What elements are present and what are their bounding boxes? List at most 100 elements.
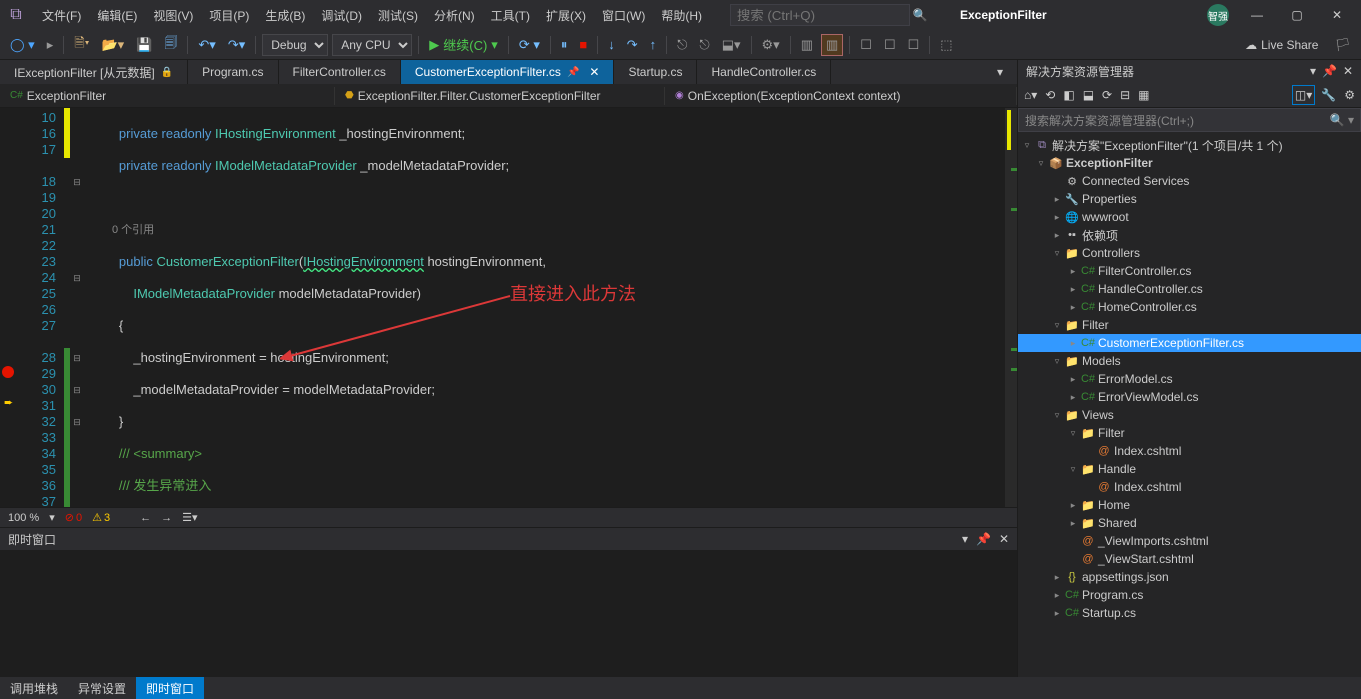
config-select[interactable]: Debug: [262, 34, 328, 56]
crumb-method[interactable]: ◉OnException(ExceptionContext context): [665, 87, 1017, 105]
pin-icon[interactable]: 📌: [567, 67, 579, 78]
solution-root[interactable]: ▿⧉ 解决方案"ExceptionFilter"(1 个项目/共 1 个): [1018, 136, 1361, 154]
nav-tool-icon[interactable]: ☰▾: [182, 511, 197, 524]
open-icon[interactable]: 📂▾: [97, 35, 128, 55]
tree-node[interactable]: ▿📁Views: [1018, 406, 1361, 424]
tree-node[interactable]: ▸{}appsettings.json: [1018, 568, 1361, 586]
search-icon[interactable]: 🔍: [910, 8, 930, 22]
save-all-icon[interactable]: 🗐: [160, 32, 181, 58]
minimap[interactable]: [1005, 108, 1017, 507]
tool-j-icon[interactable]: ⬚: [936, 35, 956, 55]
tree-node[interactable]: ▸C#ErrorModel.cs: [1018, 370, 1361, 388]
solution-search-input[interactable]: 搜索解决方案资源管理器(Ctrl+;) 🔍 ▾: [1018, 108, 1361, 132]
tree-node[interactable]: ▿📁Filter: [1018, 316, 1361, 334]
sync-icon[interactable]: ⟲: [1043, 86, 1057, 104]
home-icon[interactable]: ⌂▾: [1022, 86, 1039, 104]
tool-b-icon[interactable]: ⎋: [695, 35, 713, 55]
menu-edit[interactable]: 编辑(E): [89, 3, 145, 28]
crumb-project[interactable]: C#ExceptionFilter: [0, 87, 335, 105]
step-over-icon[interactable]: ↷: [623, 35, 642, 55]
close-icon[interactable]: ✕: [589, 65, 599, 79]
live-share-button[interactable]: ☁ Live Share: [1245, 38, 1318, 52]
tree-node[interactable]: ▿📦ExceptionFilter: [1018, 154, 1361, 172]
tab-customerexceptionfilter[interactable]: CustomerExceptionFilter.cs📌✕: [401, 60, 615, 84]
tree-node[interactable]: ⚙Connected Services: [1018, 172, 1361, 190]
nav-back-icon[interactable]: ◯ ▾: [6, 35, 39, 55]
tab-startup[interactable]: Startup.cs: [614, 60, 697, 84]
collapse-icon[interactable]: ⊟: [1118, 86, 1132, 104]
step-into-icon[interactable]: ↓: [604, 35, 619, 54]
tree-node[interactable]: ▸🌐wwwroot: [1018, 208, 1361, 226]
menu-file[interactable]: 文件(F): [34, 3, 89, 28]
error-count[interactable]: ⊘ 0: [65, 511, 82, 524]
tree-node[interactable]: @_ViewImports.cshtml: [1018, 532, 1361, 550]
panel-close-icon[interactable]: ✕: [999, 532, 1009, 546]
minimize-button[interactable]: —: [1237, 0, 1277, 30]
refresh-icon[interactable]: ⟳ ▾: [515, 35, 544, 55]
nav-next-icon[interactable]: →: [161, 512, 172, 524]
menu-project[interactable]: 项目(P): [201, 3, 257, 28]
properties-icon[interactable]: 🔧: [1319, 86, 1338, 104]
tool-e-icon[interactable]: ▥: [797, 35, 817, 55]
undo-icon[interactable]: ↶▾: [194, 35, 219, 55]
stop-icon[interactable]: ■: [575, 35, 591, 54]
warning-count[interactable]: ⚠ 3: [92, 511, 110, 524]
tree-node[interactable]: ▸•▪依赖项: [1018, 226, 1361, 244]
tool1-icon[interactable]: ◧: [1061, 86, 1076, 104]
pause-icon[interactable]: ⏸: [557, 35, 572, 55]
save-icon[interactable]: 💾: [132, 35, 156, 55]
tree-node[interactable]: ▸C#FilterController.cs: [1018, 262, 1361, 280]
code-editor[interactable]: ➨ 101617 18192021 22232425 262728 293031…: [0, 108, 1017, 507]
panel-dropdown-icon[interactable]: ▾: [962, 532, 968, 546]
tree-node[interactable]: ▸C#CustomerExceptionFilter.cs: [1018, 334, 1361, 352]
tree-node[interactable]: ▸📁Home: [1018, 496, 1361, 514]
tab-filtercontroller[interactable]: FilterController.cs: [279, 60, 401, 84]
tool-c-icon[interactable]: ⬓▾: [718, 35, 745, 55]
statusbar-tab-exceptions[interactable]: 异常设置: [68, 677, 136, 699]
tree-node[interactable]: ▸C#HandleController.cs: [1018, 280, 1361, 298]
zoom-level[interactable]: 100 %: [8, 512, 39, 524]
menu-extensions[interactable]: 扩展(X): [538, 3, 594, 28]
tree-node[interactable]: ▿📁Models: [1018, 352, 1361, 370]
maximize-button[interactable]: ▢: [1277, 0, 1317, 30]
close-button[interactable]: ✕: [1317, 0, 1357, 30]
fold-gutter[interactable]: ⊟ ⊟ ⊟ ⊟⊟: [70, 108, 84, 507]
crumb-class[interactable]: ⬣ExceptionFilter.Filter.CustomerExceptio…: [335, 87, 665, 105]
continue-button[interactable]: ▶ 继续(C) ▾: [425, 33, 502, 56]
platform-select[interactable]: Any CPU: [332, 34, 412, 56]
step-out-icon[interactable]: ↑: [646, 35, 661, 54]
settings-icon[interactable]: ⚙: [1342, 86, 1357, 104]
tab-overflow-icon[interactable]: ▾: [983, 60, 1017, 84]
tool-i-icon[interactable]: ☐: [904, 35, 924, 55]
statusbar-tab-callstack[interactable]: 调用堆栈: [0, 677, 68, 699]
menu-analyze[interactable]: 分析(N): [426, 3, 483, 28]
show-all-icon[interactable]: ▦: [1136, 86, 1151, 104]
panel-close-icon[interactable]: ✕: [1343, 64, 1353, 78]
tool-d-icon[interactable]: ⚙▾: [758, 35, 784, 55]
codelens-refs[interactable]: 0 个引用: [84, 222, 1017, 238]
tree-node[interactable]: ▸C#ErrorViewModel.cs: [1018, 388, 1361, 406]
tool-f-icon[interactable]: ▥: [821, 34, 843, 56]
nav-prev-icon[interactable]: ←: [140, 512, 151, 524]
global-search-input[interactable]: [730, 4, 910, 26]
redo-icon[interactable]: ↷▾: [224, 35, 249, 55]
solution-tree[interactable]: ▿⧉ 解决方案"ExceptionFilter"(1 个项目/共 1 个) ▿📦…: [1018, 132, 1361, 677]
panel-pin-icon[interactable]: 📌: [1322, 64, 1337, 78]
feedback-icon[interactable]: 🏳: [1330, 35, 1355, 55]
breakpoint-icon[interactable]: [2, 366, 14, 378]
tree-node[interactable]: ▿📁Handle: [1018, 460, 1361, 478]
tree-node[interactable]: ▸C#Startup.cs: [1018, 604, 1361, 622]
view-icon[interactable]: ◫▾: [1292, 85, 1315, 105]
tree-node[interactable]: ▸📁Shared: [1018, 514, 1361, 532]
nav-fwd-icon[interactable]: ▸: [43, 35, 58, 55]
tab-iexceptionfilter[interactable]: IExceptionFilter [从元数据]🔒: [0, 60, 188, 84]
tree-node[interactable]: ▸C#HomeController.cs: [1018, 298, 1361, 316]
menu-build[interactable]: 生成(B): [257, 3, 313, 28]
tool-g-icon[interactable]: ☐: [856, 35, 876, 55]
tab-handlecontroller[interactable]: HandleController.cs: [697, 60, 831, 84]
statusbar-tab-immediate[interactable]: 即时窗口: [136, 677, 204, 699]
menu-test[interactable]: 测试(S): [370, 3, 426, 28]
tree-node[interactable]: ▸🔧Properties: [1018, 190, 1361, 208]
menu-debug[interactable]: 调试(D): [313, 3, 370, 28]
tree-node[interactable]: @Index.cshtml: [1018, 478, 1361, 496]
